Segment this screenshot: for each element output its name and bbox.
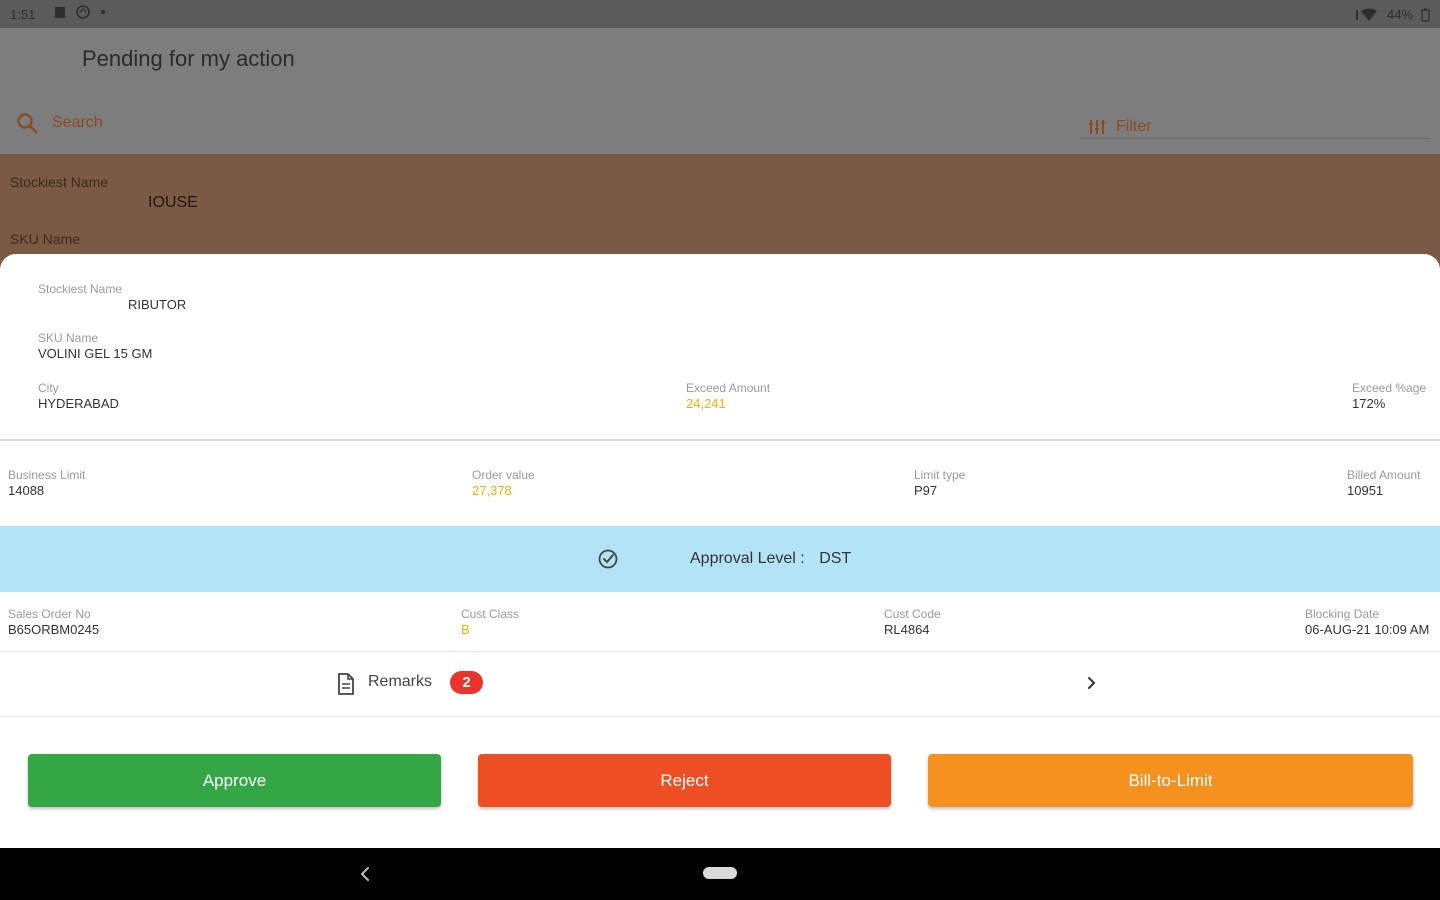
reject-button[interactable]: Reject [478, 754, 891, 807]
exceed-amount-field: Exceed Amount 24,241 [686, 381, 770, 412]
bg-stockiest-value: IOUSE [148, 194, 198, 211]
chevron-right-icon[interactable] [1084, 672, 1100, 694]
battery-percent: 44% [1386, 7, 1413, 22]
sku-label: SKU Name [38, 331, 99, 345]
filter-label: Filter [1116, 118, 1152, 135]
city-label: City [38, 381, 59, 395]
search-placeholder: Search [52, 114, 103, 131]
check-circle-icon [598, 549, 618, 569]
filter-underline [1080, 138, 1430, 139]
exceed-percentage-value: 172% [1352, 396, 1386, 411]
limit-type-field: Limit type P97 [914, 468, 965, 499]
wifi-icon [1355, 8, 1377, 21]
blocking-date-value: 06-AUG-21 10:09 AM [1305, 622, 1430, 637]
stockiest-label: Stockiest Name [38, 282, 123, 296]
bill-to-limit-button[interactable]: Bill-to-Limit [928, 754, 1413, 807]
filter-button[interactable]: Filter [1088, 118, 1152, 136]
exceed-percentage-label: Exceed %age [1352, 381, 1427, 395]
battery-icon [1421, 8, 1430, 22]
business-limit-value: 14088 [8, 483, 45, 498]
back-nav-icon[interactable] [356, 864, 374, 884]
cust-class-value: B [461, 622, 470, 637]
billed-amount-value: 10951 [1347, 483, 1384, 498]
cust-class-label: Cust Class [461, 607, 520, 621]
cust-code-field: Cust Code RL4864 [884, 607, 941, 638]
remarks-bottom-divider [0, 716, 1440, 717]
business-limit-label: Business Limit [8, 468, 86, 482]
cust-class-field: Cust Class B [461, 607, 519, 638]
business-limit-field: Business Limit 14088 [8, 468, 85, 499]
status-right: 44% [1353, 7, 1430, 22]
section-divider [0, 439, 1440, 441]
remarks-label: Remarks [368, 673, 433, 690]
sales-order-value: B65ORBM0245 [8, 622, 100, 637]
page-title: Pending for my action [82, 46, 295, 71]
billed-amount-label: Billed Amount [1347, 468, 1421, 482]
city-field: City HYDERABAD [38, 381, 119, 412]
billed-amount-field: Billed Amount 10951 [1347, 468, 1420, 499]
cust-code-value: RL4864 [884, 622, 930, 637]
remarks-row[interactable]: Remarks 2 [0, 652, 1440, 716]
approval-level-text: Approval Level : DST [690, 550, 851, 568]
limit-type-value: P97 [914, 483, 938, 498]
status-time: 1:51 [10, 7, 36, 22]
exceed-amount-label: Exceed Amount [686, 381, 771, 395]
approval-level-value: DST [819, 550, 852, 567]
order-value-field: Order value 27,378 [472, 468, 535, 499]
dot-icon [101, 10, 105, 14]
home-pill-icon[interactable] [703, 867, 737, 879]
approval-level-band: Approval Level : DST [0, 526, 1440, 592]
sku-value: VOLINI GEL 15 GM [38, 346, 153, 361]
approval-detail-sheet: Stockiest Name RIBUTOR SKU Name VOLINI G… [0, 254, 1440, 848]
order-value-label: Order value [472, 468, 535, 482]
sync-icon [76, 5, 90, 19]
search-icon [17, 113, 38, 134]
stockiest-value: RIBUTOR [128, 297, 187, 312]
remarks-count-badge: 2 [450, 671, 483, 694]
cust-code-label: Cust Code [884, 607, 941, 621]
stockiest-field: Stockiest Name RIBUTOR [38, 282, 186, 313]
bg-stockiest-label: Stockiest Name [10, 174, 109, 190]
search-bar[interactable]: Search [16, 112, 103, 134]
blocking-date-field: Blocking Date 06-AUG-21 10:09 AM [1305, 607, 1429, 638]
exceed-percentage-field: Exceed %age 172% [1352, 381, 1426, 412]
blocking-date-label: Blocking Date [1305, 607, 1380, 621]
exceed-amount-value: 24,241 [686, 396, 726, 411]
filter-icon [1089, 120, 1105, 134]
order-value-value: 27,378 [472, 483, 512, 498]
limit-type-label: Limit type [914, 468, 966, 482]
sales-order-label: Sales Order No [8, 607, 91, 621]
approve-button[interactable]: Approve [28, 754, 441, 807]
notification-icon [55, 7, 65, 18]
sales-order-field: Sales Order No B65ORBM0245 [8, 607, 99, 638]
bg-sku-label: SKU Name [10, 231, 81, 247]
status-bar: 1:51 44% [0, 0, 1440, 28]
system-nav-bar [0, 848, 1440, 900]
sku-field: SKU Name VOLINI GEL 15 GM [38, 331, 152, 362]
document-icon [338, 673, 354, 695]
city-value: HYDERABAD [38, 396, 119, 411]
status-notification-icons [54, 5, 106, 19]
approval-level-label: Approval Level : [690, 550, 805, 567]
